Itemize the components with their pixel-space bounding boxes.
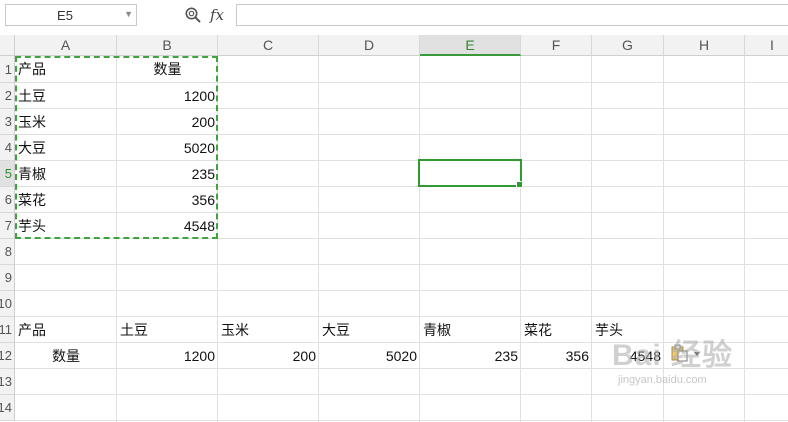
cell-A12[interactable]: 数量 xyxy=(15,343,117,369)
cell-B2[interactable]: 1200 xyxy=(117,83,218,109)
cell-A3[interactable]: 玉米 xyxy=(15,109,117,135)
row-header-6[interactable]: 6 xyxy=(0,187,15,213)
cell-B12[interactable]: 1200 xyxy=(117,343,218,369)
column-header-I[interactable]: I xyxy=(745,35,788,56)
row-header-5[interactable]: 5 xyxy=(0,161,15,187)
cell-E12[interactable]: 235 xyxy=(420,343,521,369)
column-header-B[interactable]: B xyxy=(117,35,218,56)
name-box-value: E5 xyxy=(57,8,73,23)
spreadsheet-grid[interactable]: ABCDEFGHI 1234567891011121314 产品数量土豆1200… xyxy=(0,35,788,422)
row-header-4[interactable]: 4 xyxy=(0,135,15,161)
row-header-10[interactable]: 10 xyxy=(0,291,15,317)
cell-C11[interactable]: 玉米 xyxy=(218,317,319,343)
cell-A11[interactable]: 产品 xyxy=(15,317,117,343)
cell-E11[interactable]: 青椒 xyxy=(420,317,521,343)
grid-row-line xyxy=(15,420,788,421)
column-header-H[interactable]: H xyxy=(664,35,745,56)
column-header-D[interactable]: D xyxy=(319,35,420,56)
column-header-C[interactable]: C xyxy=(218,35,319,56)
cell-B4[interactable]: 5020 xyxy=(117,135,218,161)
cell-D12[interactable]: 5020 xyxy=(319,343,420,369)
formula-input[interactable] xyxy=(236,4,788,26)
cell-A1[interactable]: 产品 xyxy=(15,56,117,83)
cell-F12[interactable]: 356 xyxy=(521,343,592,369)
row-header-3[interactable]: 3 xyxy=(0,109,15,135)
cell-B6[interactable]: 356 xyxy=(117,187,218,213)
cell-A4[interactable]: 大豆 xyxy=(15,135,117,161)
grid-row-line xyxy=(15,394,788,395)
row-header-11[interactable]: 11 xyxy=(0,317,15,343)
cell-G11[interactable]: 芋头 xyxy=(592,317,664,343)
row-header-13[interactable]: 13 xyxy=(0,369,15,395)
cell-A2[interactable]: 土豆 xyxy=(15,83,117,109)
row-header-9[interactable]: 9 xyxy=(0,265,15,291)
row-header-1[interactable]: 1 xyxy=(0,56,15,83)
insert-function-button[interactable]: fx xyxy=(210,6,224,24)
cell-D11[interactable]: 大豆 xyxy=(319,317,420,343)
grid-row-line xyxy=(15,290,788,291)
row-header-14[interactable]: 14 xyxy=(0,395,15,421)
chevron-down-icon[interactable]: ▼ xyxy=(124,9,133,19)
active-cell-E5[interactable] xyxy=(418,159,523,188)
column-header-G[interactable]: G xyxy=(592,35,664,56)
cell-A5[interactable]: 青椒 xyxy=(15,161,117,187)
cell-A7[interactable]: 芋头 xyxy=(15,213,117,239)
paste-options-icon[interactable] xyxy=(670,344,704,362)
magnify-search-icon[interactable] xyxy=(184,6,202,24)
cell-B1[interactable]: 数量 xyxy=(117,56,218,83)
cell-B7[interactable]: 4548 xyxy=(117,213,218,239)
cell-B3[interactable]: 200 xyxy=(117,109,218,135)
row-header-2[interactable]: 2 xyxy=(0,83,15,109)
column-header-E[interactable]: E xyxy=(420,35,521,56)
cell-G12[interactable]: 4548 xyxy=(592,343,664,369)
fill-handle[interactable] xyxy=(516,181,523,188)
column-header-A[interactable]: A xyxy=(15,35,117,56)
column-header-F[interactable]: F xyxy=(521,35,592,56)
select-all-corner[interactable] xyxy=(0,35,15,56)
row-header-7[interactable]: 7 xyxy=(0,213,15,239)
cell-F11[interactable]: 菜花 xyxy=(521,317,592,343)
formula-bar: E5 ▼ fx xyxy=(0,0,788,32)
cell-C12[interactable]: 200 xyxy=(218,343,319,369)
row-header-12[interactable]: 12 xyxy=(0,343,15,369)
name-box[interactable]: E5 ▼ xyxy=(5,4,137,26)
cell-A6[interactable]: 菜花 xyxy=(15,187,117,213)
grid-row-line xyxy=(15,264,788,265)
cell-B11[interactable]: 土豆 xyxy=(117,317,218,343)
cell-B5[interactable]: 235 xyxy=(117,161,218,187)
row-header-8[interactable]: 8 xyxy=(0,239,15,265)
